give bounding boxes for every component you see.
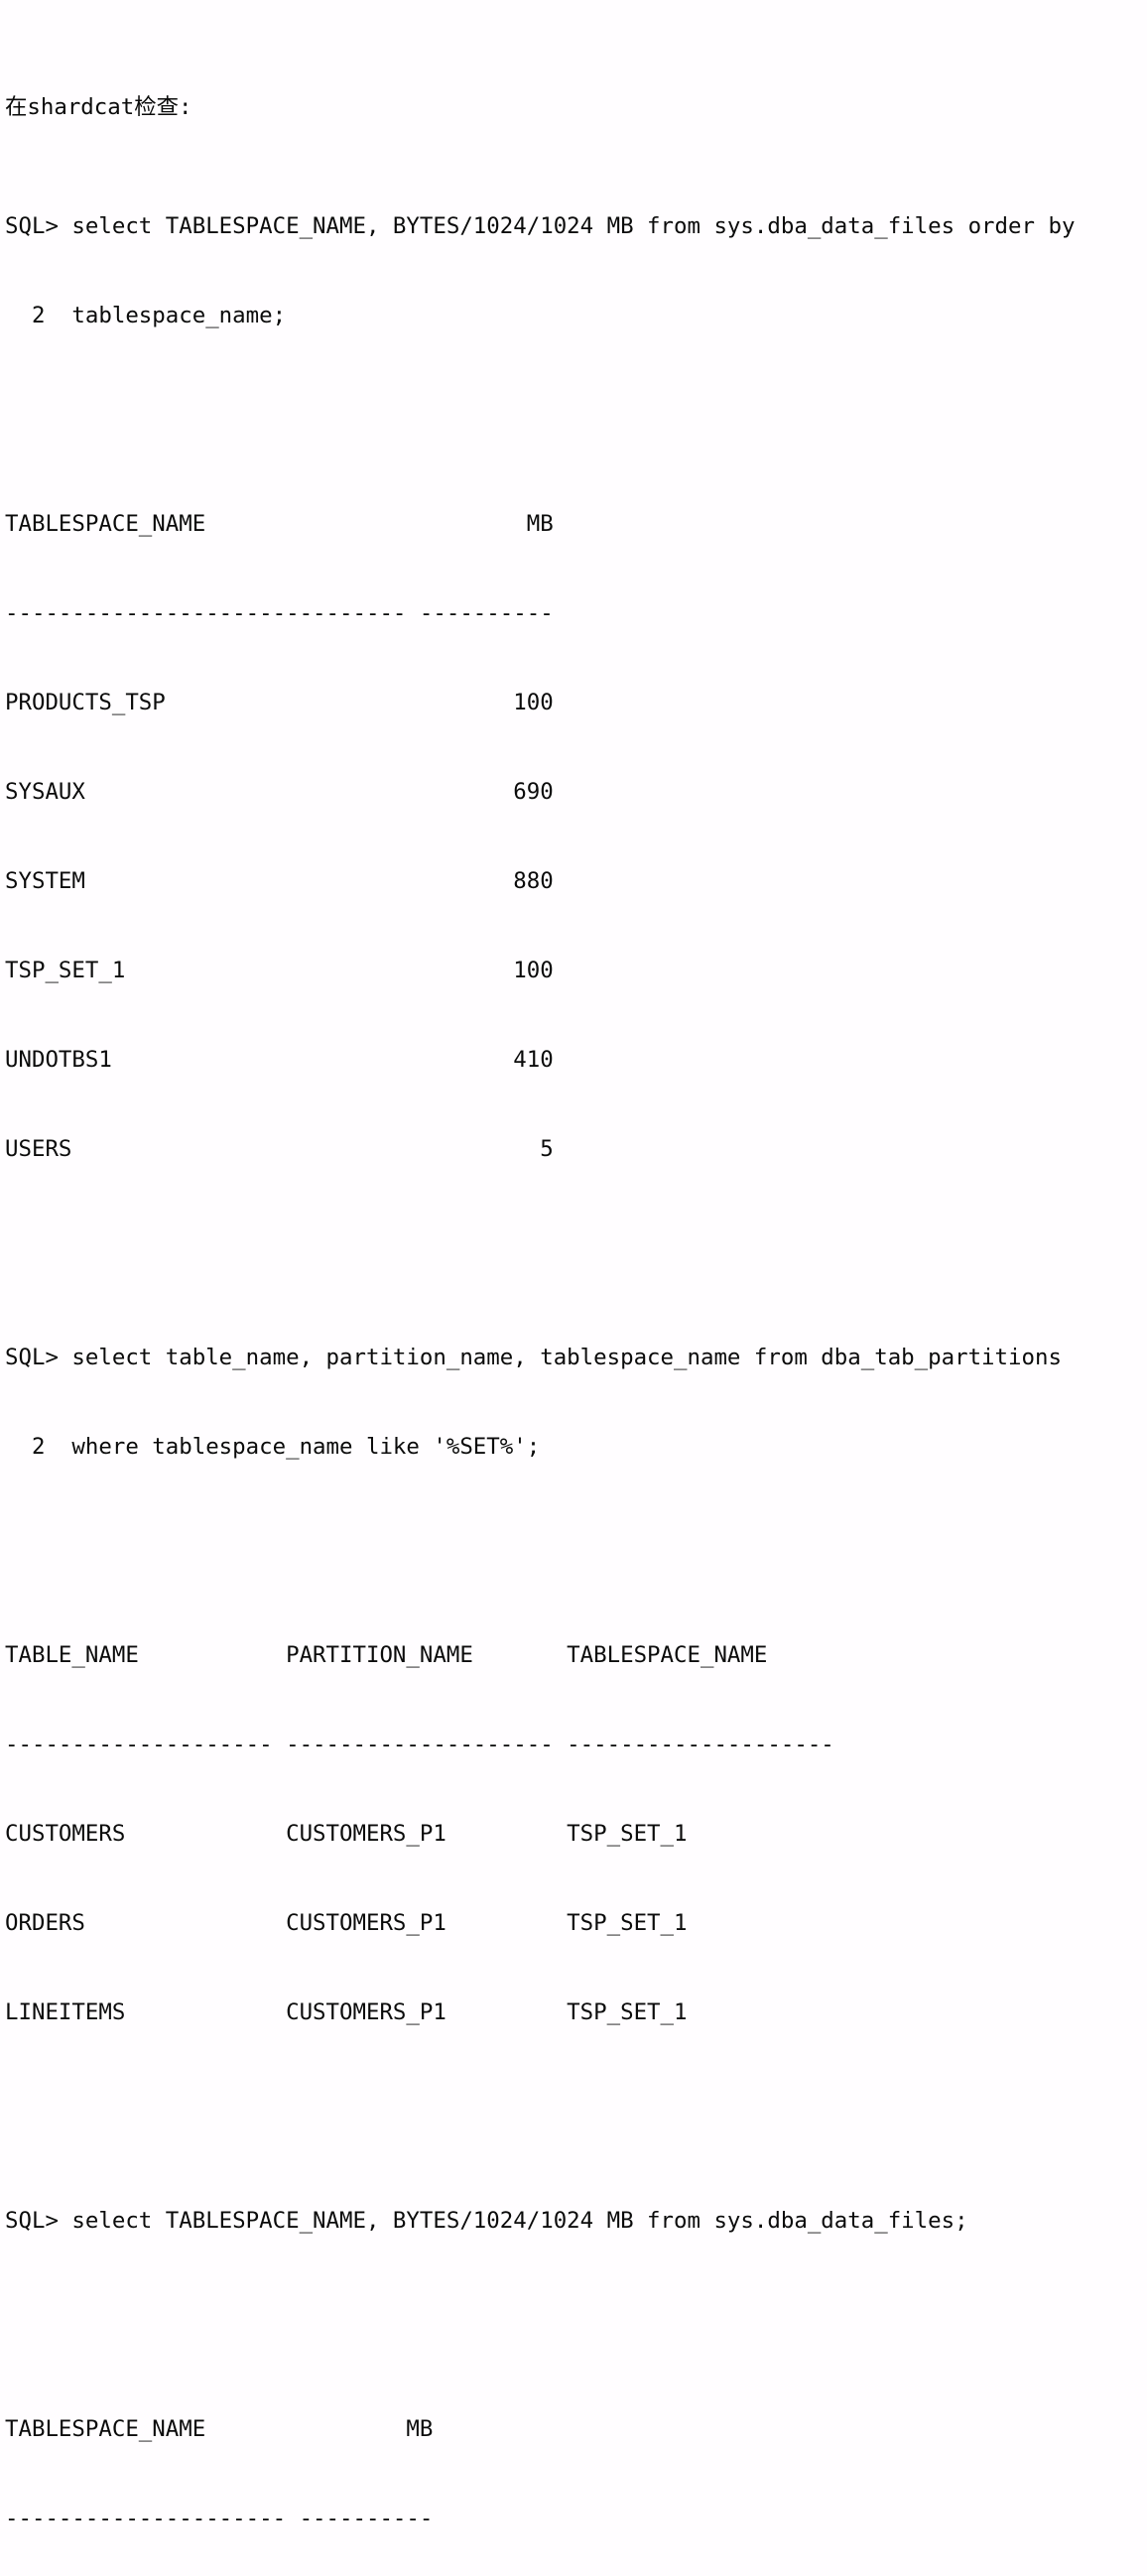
result-header-row: TABLESPACE_NAME MB [5,2416,434,2442]
sql-statement-line: SQL> select TABLESPACE_NAME, BYTES/1024/… [5,2208,968,2234]
sql-statement-line: SQL> select TABLESPACE_NAME, BYTES/1024/… [5,213,1076,239]
table-row: ORDERS CUSTOMERS_P1 TSP_SET_1 [5,1910,688,1936]
terminal-output[interactable]: 在shardcat检查: SQL> select TABLESPACE_NAME… [0,0,1147,2531]
table-row: TSP_SET_1 100 [5,958,554,983]
table-row: SYSTEM 880 [5,868,554,894]
result-header-separator: ------------------------------ ---------… [5,600,554,626]
sql-continuation-line: 2 tablespace_name; [5,303,287,328]
result-header-row: TABLESPACE_NAME MB [5,511,554,537]
table-row: UNDOTBS1 410 [5,1047,554,1073]
sql-statement-line: SQL> select table_name, partition_name, … [5,1345,1062,1370]
table-row: SYSAUX 690 [5,779,554,805]
table-row: USERS 5 [5,1136,554,1162]
result-header-separator: --------------------- ---------- [5,2506,434,2531]
note-shardcat-check: 在shardcat检查: [5,94,192,120]
table-row: CUSTOMERS CUSTOMERS_P1 TSP_SET_1 [5,1821,688,1847]
result-header-separator: -------------------- -------------------… [5,1732,834,1757]
table-row: PRODUCTS_TSP 100 [5,690,554,715]
result-header-row: TABLE_NAME PARTITION_NAME TABLESPACE_NAM… [5,1642,768,1668]
sql-continuation-line: 2 where tablespace_name like '%SET%'; [5,1434,541,1460]
table-row: LINEITEMS CUSTOMERS_P1 TSP_SET_1 [5,1999,688,2025]
